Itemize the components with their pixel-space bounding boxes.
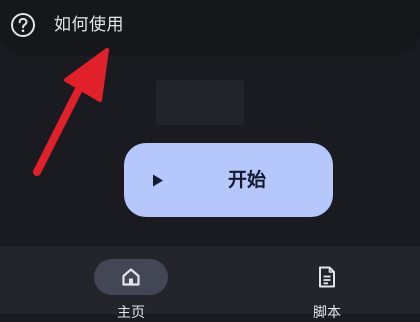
nav-item-home[interactable]: 主页 [60,246,200,321]
help-header[interactable]: 如何使用 [0,0,420,56]
start-button[interactable]: 开始 [124,143,333,217]
nav-item-script[interactable]: 脚本 [256,246,396,321]
nav-label-script: 脚本 [313,305,341,321]
question-circle-icon[interactable] [10,12,36,38]
bottom-navigation: 主页 脚本 [0,246,420,321]
play-icon [153,174,163,187]
placeholder-block [156,80,244,125]
home-icon [122,268,140,286]
help-label[interactable]: 如何使用 [54,14,124,36]
nav-label-home: 主页 [117,305,145,321]
start-label: 开始 [228,169,267,191]
document-icon [319,266,335,288]
